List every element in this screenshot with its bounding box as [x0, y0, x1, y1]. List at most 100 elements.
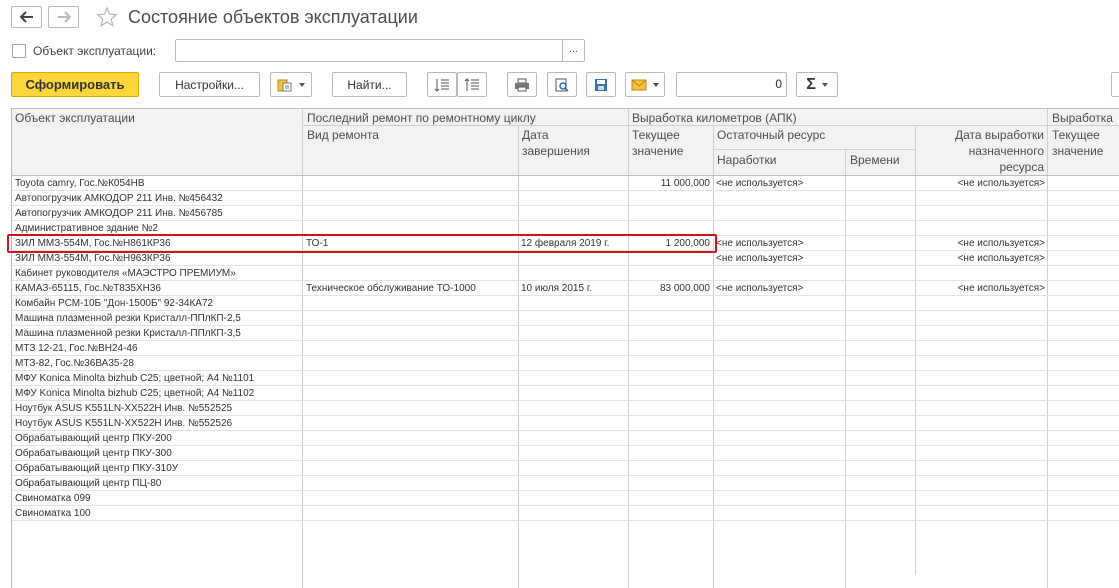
header-current-next-line2: значение [1052, 144, 1104, 158]
header-resource-date-line2: назначенного [968, 144, 1044, 158]
cell-operating [716, 356, 842, 371]
settings-button[interactable]: Настройки... [159, 72, 260, 97]
cell-current [630, 191, 710, 206]
cell-current [630, 266, 710, 281]
cell-current [630, 326, 710, 341]
cell-operating [716, 386, 842, 401]
expand-list-icon [434, 78, 449, 92]
sum-menu-button[interactable]: Σ [796, 72, 838, 97]
page-title: Состояние объектов эксплуатации [128, 7, 418, 27]
cell-object: Ноутбук ASUS K551LN-XX522H Инв. №552525 [15, 403, 233, 414]
table-row[interactable]: МТЗ-82, Гос.№36ВА35-28 [12, 356, 1119, 371]
chevron-down-icon [299, 82, 305, 87]
generate-button[interactable]: Сформировать [11, 72, 139, 97]
cell-repair-type [306, 176, 514, 191]
header-remaining: Остаточный ресурс [717, 128, 826, 142]
find-button[interactable]: Найти... [332, 72, 407, 97]
table-row[interactable]: Обрабатывающий центр ПКУ-300 [12, 446, 1119, 461]
cell-object: Обрабатывающий центр ПКУ-310У [15, 463, 179, 474]
more-actions-button[interactable] [1111, 72, 1119, 97]
table-row[interactable]: Кабинет руководителя «МАЭСТРО ПРЕМИУМ» [12, 266, 1119, 281]
amount-input[interactable]: 0 [676, 72, 787, 97]
header-object: Объект эксплуатации [15, 111, 135, 125]
cell-operating [716, 446, 842, 461]
cell-operating [716, 326, 842, 341]
cell-date [521, 341, 625, 356]
table-row[interactable]: Машина плазменной резки Кристалл-ППлКП-2… [12, 311, 1119, 326]
cell-object: Машина плазменной резки Кристалл-ППлКП-3… [15, 328, 241, 339]
table-row[interactable]: Комбайн РСМ-10Б "Дон-1500Б" 92-34КА72 [12, 296, 1119, 311]
cell-date [521, 176, 625, 191]
cell-repair-type [306, 326, 514, 341]
back-button[interactable] [11, 6, 42, 28]
table-row[interactable]: Свиноматка 099 [12, 491, 1119, 506]
cell-repair-type [306, 446, 514, 461]
table-row[interactable]: МФУ Konica Minolta bizhub C25; цветной; … [12, 371, 1119, 386]
cell-date [521, 446, 625, 461]
table-row[interactable]: КАМАЗ-65115, Гос.№Т835ХН36 Техническое об… [12, 281, 1119, 296]
cell-date [521, 491, 625, 506]
expand-groups-button[interactable] [427, 72, 457, 97]
cell-operating: <не используется> [716, 283, 804, 294]
variant-menu-button[interactable] [270, 72, 312, 97]
preview-button[interactable] [547, 72, 577, 97]
settings-button-label: Настройки... [175, 77, 244, 92]
table-row[interactable]: ЗИЛ ММЗ-554М, Гос.№Н963КР36 <не используе… [12, 251, 1119, 266]
cell-resource-date [918, 416, 1045, 431]
cell-operating [716, 341, 842, 356]
table-row[interactable]: МФУ Konica Minolta bizhub C25; цветной; … [12, 386, 1119, 401]
collapse-list-icon [464, 77, 479, 91]
cell-repair-type: Техническое обслуживание ТО-1000 [306, 283, 476, 294]
cell-repair-type [306, 206, 514, 221]
table-row[interactable]: МТЗ 12-21, Гос.№ВН24-46 [12, 341, 1119, 356]
cell-current [630, 491, 710, 506]
table-row[interactable]: Ноутбук ASUS K551LN-XX522H Инв. №552526 [12, 416, 1119, 431]
cell-operating: <не используется> [716, 253, 804, 264]
cell-object: Обрабатывающий центр ПЦ-80 [15, 478, 162, 489]
cell-date [521, 416, 625, 431]
cell-operating [716, 191, 842, 206]
header-completion-date-line1: Дата [522, 128, 549, 142]
cell-date [521, 206, 625, 221]
chevron-down-icon [653, 82, 659, 87]
favorite-star-button[interactable] [96, 6, 118, 28]
send-mail-menu-button[interactable] [625, 72, 665, 97]
save-button[interactable] [586, 72, 616, 97]
table-row[interactable]: Обрабатывающий центр ПКУ-200 [12, 431, 1119, 446]
cell-object: Автопогрузчик АМКОДОР 211 Инв. №456785 [15, 208, 223, 219]
report-table[interactable]: Объект эксплуатации Последний ремонт по … [11, 108, 1119, 588]
object-filter-select-button[interactable]: ... [562, 39, 585, 62]
cell-operating [716, 371, 842, 386]
cell-date [521, 296, 625, 311]
table-row[interactable]: Автопогрузчик АМКОДОР 211 Инв. №456785 [12, 206, 1119, 221]
table-row[interactable]: Ноутбук ASUS K551LN-XX522H Инв. №552525 [12, 401, 1119, 416]
table-row[interactable]: Свиноматка 100 [12, 506, 1119, 521]
print-button[interactable] [507, 72, 537, 97]
header-mileage: Выработка километров (АПК) [632, 111, 797, 125]
cell-operating [716, 461, 842, 476]
forward-button[interactable] [48, 6, 79, 28]
cell-current [630, 356, 710, 371]
header-resource-date-line3: ресурса [999, 160, 1044, 174]
floppy-disk-icon [595, 78, 607, 91]
collapse-groups-button[interactable] [457, 72, 487, 97]
cell-object: МТЗ-82, Гос.№36ВА35-28 [15, 358, 134, 369]
cell-date [521, 191, 625, 206]
header-current-line2: значение [632, 144, 684, 158]
cell-resource-date: <не используется> [957, 283, 1045, 294]
table-row[interactable]: Машина плазменной резки Кристалл-ППлКП-3… [12, 326, 1119, 341]
table-row[interactable]: Обрабатывающий центр ПЦ-80 [12, 476, 1119, 491]
cell-operating [716, 416, 842, 431]
cell-operating [716, 206, 842, 221]
table-row[interactable]: Toyota camry, Гос.№К054НВ 11 000,000 <не и… [12, 176, 1119, 191]
cell-operating [716, 431, 842, 446]
object-filter-input[interactable] [175, 39, 563, 62]
star-icon [96, 6, 118, 27]
header-mileage-next: Выработка [1052, 111, 1113, 125]
table-row[interactable]: Автопогрузчик АМКОДОР 211 Инв. №456432 [12, 191, 1119, 206]
header-current-line1: Текущее [632, 128, 680, 142]
cell-current [630, 341, 710, 356]
header-completion-date-line2: завершения [522, 144, 590, 158]
table-row[interactable]: Обрабатывающий центр ПКУ-310У [12, 461, 1119, 476]
object-filter-checkbox[interactable] [12, 44, 26, 58]
